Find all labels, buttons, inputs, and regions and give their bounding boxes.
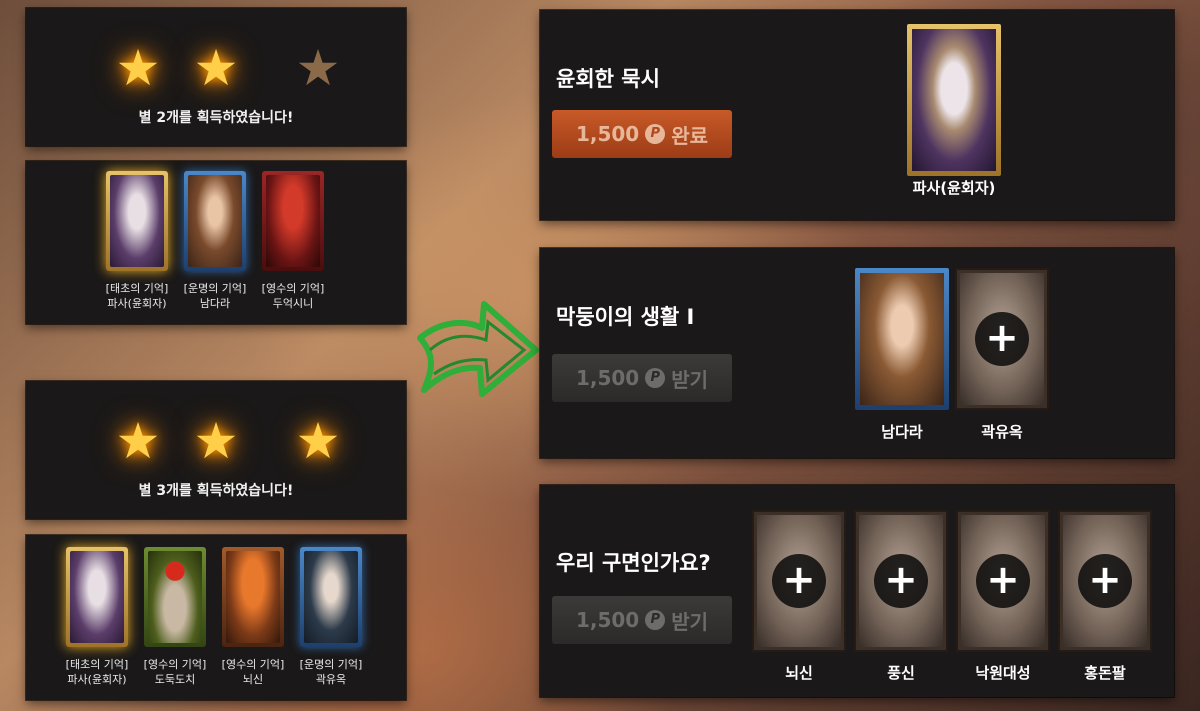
card-portrait [188, 175, 242, 267]
reward-action-label: 받기 [671, 367, 709, 392]
quest-card-locked[interactable]: + [955, 268, 1049, 410]
quest-card-name: 뇌신 [785, 664, 813, 682]
coin-icon: P [645, 368, 666, 388]
cards-panel-bottom: [태초의 기억] 파사(윤회자) [영수의 기억] 도둑도치 [영수의 기억] 뇌신 … [26, 535, 406, 700]
quest-card-locked[interactable]: + [1058, 510, 1152, 652]
plus-icon: + [874, 554, 928, 608]
quest-card-locked[interactable]: + [854, 510, 948, 652]
stars-message: 별 2개를 획득하였습니다! [138, 110, 294, 126]
quest-panel: 막둥이의 생활 I 1,500 P 받기 + 남다라 곽유옥 [540, 248, 1174, 458]
card-caption: [영수의 기억] 두억시니 [261, 282, 325, 310]
quest-title: 막둥이의 생활 I [556, 305, 695, 329]
card-portrait [266, 175, 320, 267]
stars-panel-top: ★ ★ ★ 별 2개를 획득하였습니다! [26, 8, 406, 146]
stars-panel-bottom: ★ ★ ★ 별 3개를 획득하였습니다! [26, 381, 406, 519]
quest-panel: 윤회한 묵시 1,500 P 완료 파사(윤회자) [540, 10, 1174, 220]
quest-card-name: 홍돈팔 [1084, 664, 1126, 682]
quest-card-name: 파사(윤회자) [912, 179, 996, 197]
cards-panel-top: [태초의 기억] 파사(윤회자) [운명의 기억] 남다라 [영수의 기억] 두억시니 [26, 161, 406, 324]
card-portrait [148, 551, 202, 643]
memory-card[interactable] [184, 171, 246, 271]
quest-card-locked[interactable]: + [956, 510, 1050, 652]
quest-card-name: 풍신 [887, 664, 915, 682]
quest-card-name: 낙원대성 [975, 664, 1031, 682]
quest-title: 우리 구면인가요? [556, 551, 711, 575]
reward-claim-button[interactable]: 1,500 P 받기 [552, 596, 732, 644]
plus-icon: + [1078, 554, 1132, 608]
plus-icon: + [772, 554, 826, 608]
card-caption: [운명의 기억] 곽유옥 [299, 658, 363, 686]
coin-icon: P [645, 610, 666, 630]
card-portrait [304, 551, 358, 643]
quest-card[interactable] [855, 268, 949, 410]
quest-card-name: 남다라 [881, 423, 923, 441]
star-icon: ★ [115, 412, 161, 470]
card-portrait [860, 273, 944, 405]
memory-card[interactable] [106, 171, 168, 271]
quest-title: 윤회한 묵시 [556, 67, 660, 91]
arrow-icon [417, 301, 539, 397]
quest-card-name: 곽유옥 [981, 423, 1023, 441]
quest-card[interactable] [907, 24, 1001, 176]
star-row: ★ ★ ★ [26, 38, 406, 98]
reward-amount: 1,500 [575, 608, 640, 632]
memory-card[interactable] [222, 547, 284, 647]
star-icon: ★ [115, 39, 161, 97]
reward-action-label: 완료 [671, 123, 709, 148]
reward-amount: 1,500 [575, 366, 640, 390]
star-row: ★ ★ ★ [26, 411, 406, 471]
memory-card[interactable] [262, 171, 324, 271]
plus-icon: + [975, 312, 1029, 366]
reward-complete-button[interactable]: 1,500 P 완료 [552, 110, 732, 158]
star-icon: ★ [295, 412, 341, 470]
card-portrait [912, 29, 996, 171]
stars-message: 별 3개를 획득하였습니다! [138, 483, 294, 499]
reward-action-label: 받기 [671, 609, 709, 634]
star-icon: ★ [193, 39, 239, 97]
star-icon: ★ [295, 39, 341, 97]
quest-panel: 우리 구면인가요? 1,500 P 받기 + + + + 뇌신 풍신 낙원대성 … [540, 485, 1174, 697]
coin-icon: P [645, 124, 666, 144]
memory-card[interactable] [66, 547, 128, 647]
card-portrait [110, 175, 164, 267]
memory-card[interactable] [300, 547, 362, 647]
reward-claim-button[interactable]: 1,500 P 받기 [552, 354, 732, 402]
star-icon: ★ [193, 412, 239, 470]
quest-card-locked[interactable]: + [752, 510, 846, 652]
memory-card[interactable] [144, 547, 206, 647]
reward-amount: 1,500 [575, 122, 640, 146]
card-portrait [70, 551, 124, 643]
card-portrait [226, 551, 280, 643]
plus-icon: + [976, 554, 1030, 608]
